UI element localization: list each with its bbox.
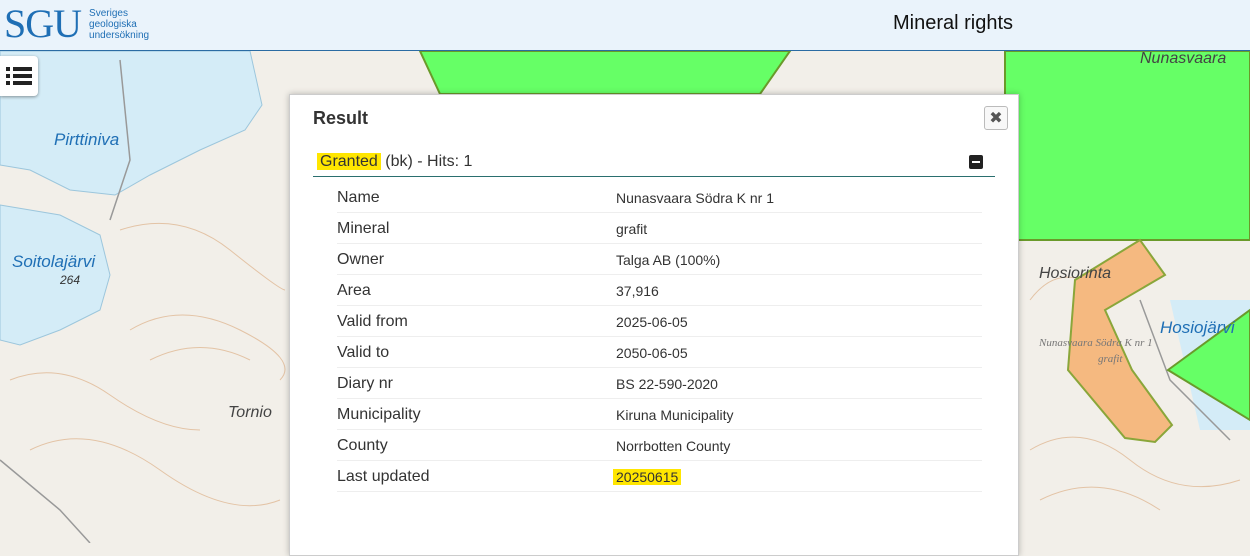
status-highlight: Granted <box>317 153 381 170</box>
page-title: Mineral rights <box>893 12 1014 34</box>
row-key: County <box>337 437 388 454</box>
result-row: Last updated 20250615 <box>337 462 982 492</box>
row-key: Valid from <box>337 313 408 330</box>
row-value: Nunasvaara Södra K nr 1 <box>616 190 774 206</box>
result-title: Result <box>313 108 369 128</box>
row-key: Name <box>337 189 380 206</box>
result-section-header[interactable]: Granted (bk) - Hits: 1 <box>313 148 995 177</box>
result-panel: Result ✖ Granted (bk) - Hits: 1 Name Nuna… <box>289 94 1019 556</box>
result-row: Diary nr BS 22-590-2020 <box>337 369 982 399</box>
label-hosiojarvi: Hosiojärvi <box>1160 318 1236 337</box>
list-icon <box>6 67 32 85</box>
row-value: 2050-06-05 <box>616 345 688 361</box>
row-value: 2025-06-05 <box>616 314 688 330</box>
logo-text: Sveriges geologiska undersökning <box>89 8 149 41</box>
row-value: Norrbotten County <box>616 438 731 454</box>
label-claim-mineral: grafit <box>1098 353 1123 365</box>
row-value: grafit <box>616 221 648 237</box>
result-row: Name Nunasvaara Södra K nr 1 <box>337 183 982 213</box>
row-value: Talga AB (100%) <box>616 252 721 268</box>
granted-area-northeast <box>1004 51 1250 241</box>
label-pirttiniva: Pirttiniva <box>54 130 119 149</box>
row-value: Kiruna Municipality <box>616 407 734 423</box>
collapse-icon[interactable] <box>969 155 983 169</box>
app-header: SGU Sveriges geologiska undersökning Min… <box>0 0 1250 51</box>
label-lake-elevation: 264 <box>59 273 80 287</box>
section-suffix: (bk) - Hits: 1 <box>380 153 473 170</box>
result-row: Area 37,916 <box>337 276 982 306</box>
row-key: Owner <box>337 251 385 268</box>
logo-line: undersökning <box>89 29 150 41</box>
logo-mark: SGU <box>4 1 82 46</box>
layers-button[interactable] <box>0 56 38 96</box>
result-row: Valid to 2050-06-05 <box>337 338 982 368</box>
row-key: Municipality <box>337 406 421 423</box>
close-button[interactable]: ✖ <box>984 106 1008 130</box>
label-soitolajarvi: Soitolajärvi <box>12 252 96 271</box>
result-row: Owner Talga AB (100%) <box>337 245 982 275</box>
row-key: Mineral <box>337 220 390 237</box>
label-nunasvaara: Nunasvaara <box>1140 51 1226 67</box>
section-label: Granted (bk) - Hits: 1 <box>317 153 472 171</box>
row-value: 37,916 <box>616 283 659 299</box>
row-key: Last updated <box>337 468 430 485</box>
label-hosiorinta: Hosiorinta <box>1039 265 1111 282</box>
last-updated-value: 20250615 <box>613 469 682 485</box>
sgu-logo[interactable]: SGU Sveriges geologiska undersökning <box>4 2 149 46</box>
row-key: Valid to <box>337 344 390 361</box>
result-row: Municipality Kiruna Municipality <box>337 400 982 430</box>
row-key: Diary nr <box>337 375 394 392</box>
result-rows: Name Nunasvaara Södra K nr 1 Mineral grafi… <box>337 183 982 493</box>
granted-area-north <box>418 51 792 95</box>
label-tornio: Tornio <box>228 404 272 421</box>
close-icon: ✖ <box>989 110 1003 127</box>
row-key: Area <box>337 282 371 299</box>
label-claim-name: Nunasvaara Södra K nr 1 <box>1038 337 1153 349</box>
result-row: County Norrbotten County <box>337 431 982 461</box>
row-value: BS 22-590-2020 <box>616 376 718 392</box>
logo-line: Sveriges <box>89 7 128 19</box>
result-row: Mineral grafit <box>337 214 982 244</box>
logo-line: geologiska <box>89 18 137 30</box>
result-row: Valid from 2025-06-05 <box>337 307 982 337</box>
